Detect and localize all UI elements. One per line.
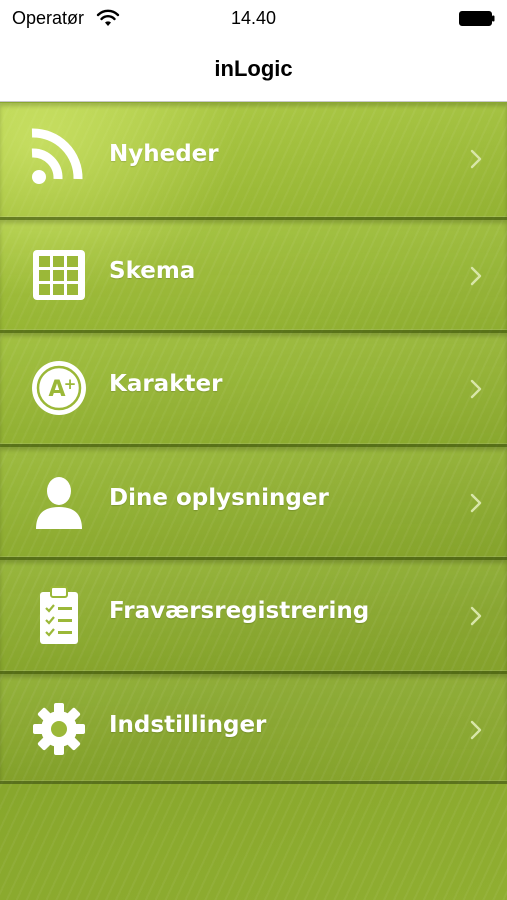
status-bar: Operatør 14.40 [0,0,507,38]
menu-item-fravaersregistrering[interactable]: Fraværsregistrering [0,557,507,671]
menu-item-label: Dine oplysninger [109,484,329,511]
chevron-right-icon [469,492,483,514]
battery-icon [459,11,495,26]
menu-item-indstillinger[interactable]: Indstillinger [0,670,507,784]
menu-item-label: Nyheder [109,141,219,167]
menu-item-label: Karakter [109,371,223,397]
page-title: inLogic [214,56,293,81]
menu-item-label: Indstillinger [109,711,267,738]
chevron-right-icon [469,605,483,627]
clipboard-checklist-icon [28,584,90,646]
menu-item-skema[interactable]: Skema [0,216,507,330]
gear-icon [28,698,90,760]
menu-item-label: Fraværsregistrering [109,598,370,624]
schedule-grid-icon [28,244,90,306]
chevron-right-icon [469,378,483,400]
user-icon [28,471,90,533]
chevron-right-icon [469,148,483,170]
menu-item-karakter[interactable]: A + Karakter [0,330,507,444]
menu-item-dine-oplysninger[interactable]: Dine oplysninger [0,443,507,557]
menu-item-label: Skema [109,257,196,284]
rss-icon [28,127,90,189]
clock-time: 14.40 [230,8,277,28]
menu-item-nyheder[interactable]: Nyheder [0,103,507,217]
svg-text:+: + [64,375,77,393]
grade-a-plus-icon: A + [28,357,90,419]
navigation-bar: inLogic [0,38,507,102]
menu-background: Nyheder Skema A + Karakter Dine oplysnin… [0,103,507,900]
main-menu: Nyheder Skema A + Karakter Dine oplysnin… [0,103,507,784]
chevron-right-icon [469,719,483,741]
chevron-right-icon [469,265,483,287]
